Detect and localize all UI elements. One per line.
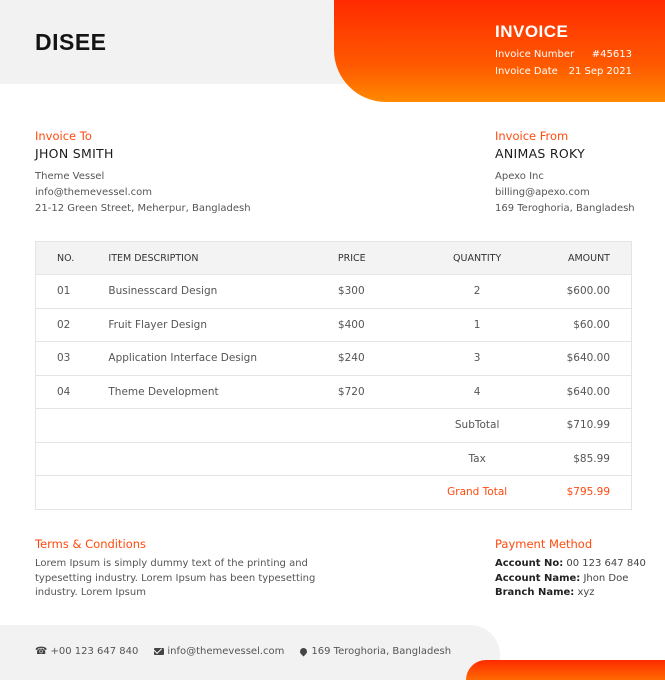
col-header-amount: AMOUNT [539,241,632,275]
invoice-from-company: Apexo Inc [495,171,544,182]
cell-description: Fruit Flayer Design [108,307,338,342]
cell-amount: $640.00 [539,341,632,375]
col-header-description: ITEM DESCRIPTION [108,241,338,275]
invoice-items-table: NO. ITEM DESCRIPTION PRICE QUANTITY AMOU… [35,241,632,510]
invoice-to-heading: Invoice To [35,129,92,143]
tax-value: $85.99 [539,441,632,476]
table-row: 01 Businesscard Design $300 2 $600.00 [35,274,632,308]
map-pin-icon [298,646,309,657]
footer-address-text: 169 Teroghoria, Bangladesh [311,646,452,657]
table-row: 04 Theme Development $720 4 $640.00 [35,374,632,409]
footer-contact: ☎ +00 123 647 840 info@themevessel.com 1… [35,646,467,657]
invoice-number-row: Invoice Number #45613 [495,49,632,60]
grand-total-row: Grand Total $795.99 [35,475,632,509]
cell-price: $300 [337,274,415,308]
terms-text: Lorem Ipsum is simply dummy text of the … [35,558,316,598]
terms-heading: Terms & Conditions [35,537,147,551]
invoice-date-value: 21 Sep 2021 [568,66,632,77]
table-row: 02 Fruit Flayer Design $400 1 $60.00 [35,307,632,342]
cell-amount: $60.00 [539,307,632,342]
invoice-to-block: Invoice To JHON SMITH Theme Vessel info@… [35,128,251,217]
branch-name-label: Branch Name: [495,587,575,598]
cell-no: 03 [35,341,109,375]
invoice-date-label: Invoice Date [495,66,558,77]
cell-amount: $600.00 [539,274,632,308]
grand-total-label: Grand Total [414,475,540,509]
invoice-from-heading: Invoice From [495,129,569,143]
cell-quantity: 2 [414,274,540,308]
footer-accent-bar [466,660,665,680]
cell-description: Businesscard Design [108,274,338,308]
terms-block: Terms & Conditions Lorem Ipsum is simply… [35,537,325,601]
invoice-to-company: Theme Vessel [35,171,105,182]
invoice-title: INVOICE [495,22,569,41]
footer-email-text: info@themevessel.com [167,646,285,657]
footer-email[interactable]: info@themevessel.com [154,646,284,657]
grand-total-value: $795.99 [539,475,632,509]
subtotal-row: SubTotal $710.99 [35,408,632,442]
col-header-quantity: QUANTITY [414,241,540,275]
cell-no: 02 [35,307,109,342]
invoice-to-address: 21-12 Green Street, Meherpur, Bangladesh [35,203,251,214]
subtotal-value: $710.99 [539,408,632,442]
account-name-label: Account Name: [495,572,581,584]
payment-heading: Payment Method [495,537,593,551]
subtotal-label: SubTotal [414,408,540,442]
footer-address: 169 Teroghoria, Bangladesh [298,646,452,657]
account-name-value: Jhon Doe [583,572,629,584]
table-header-row: NO. ITEM DESCRIPTION PRICE QUANTITY AMOU… [35,241,632,275]
col-header-price: PRICE [337,241,415,275]
cell-description: Theme Development [108,374,338,409]
footer-phone-text: +00 123 647 840 [50,646,139,657]
cell-quantity: 1 [414,307,540,342]
branch-name-value: xyz [577,587,595,598]
cell-no: 04 [35,374,109,409]
branch-name-line: Branch Name: xyz [495,586,646,601]
col-header-no: NO. [35,241,109,275]
cell-description: Application Interface Design [108,341,338,375]
invoice-number-label: Invoice Number [495,49,575,60]
cell-price: $720 [337,374,415,409]
cell-quantity: 3 [414,341,540,375]
tax-label: Tax [414,441,540,476]
cell-quantity: 4 [414,374,540,409]
invoice-from-block: Invoice From ANIMAS ROKY Apexo Inc billi… [495,128,635,217]
account-number-line: Account No: 00 123 647 840 [495,557,646,572]
phone-icon: ☎ [35,646,48,657]
invoice-number-value: #45613 [591,49,632,60]
cell-no: 01 [35,274,109,308]
invoice-from-address: 169 Teroghoria, Bangladesh [495,203,635,214]
invoice-date-row: Invoice Date 21 Sep 2021 [495,66,632,77]
cell-price: $240 [337,341,415,375]
invoice-from-email[interactable]: billing@apexo.com [495,185,635,201]
table-row: 03 Application Interface Design $240 3 $… [35,341,632,375]
cell-price: $400 [337,307,415,342]
account-number-label: Account No: [495,558,564,569]
footer-phone[interactable]: ☎ +00 123 647 840 [35,646,138,657]
brand-logo: DISEE [35,29,107,55]
mail-icon [154,648,165,655]
invoice-from-name: ANIMAS ROKY [495,146,586,161]
account-name-line: Account Name: Jhon Doe [495,572,646,587]
tax-row: Tax $85.99 [35,441,632,476]
account-number-value: 00 123 647 840 [566,558,646,569]
invoice-to-email[interactable]: info@themevessel.com [35,185,251,201]
payment-method-block: Payment Method Account No: 00 123 647 84… [495,537,646,601]
invoice-to-name: JHON SMITH [35,146,114,161]
cell-amount: $640.00 [539,374,632,409]
